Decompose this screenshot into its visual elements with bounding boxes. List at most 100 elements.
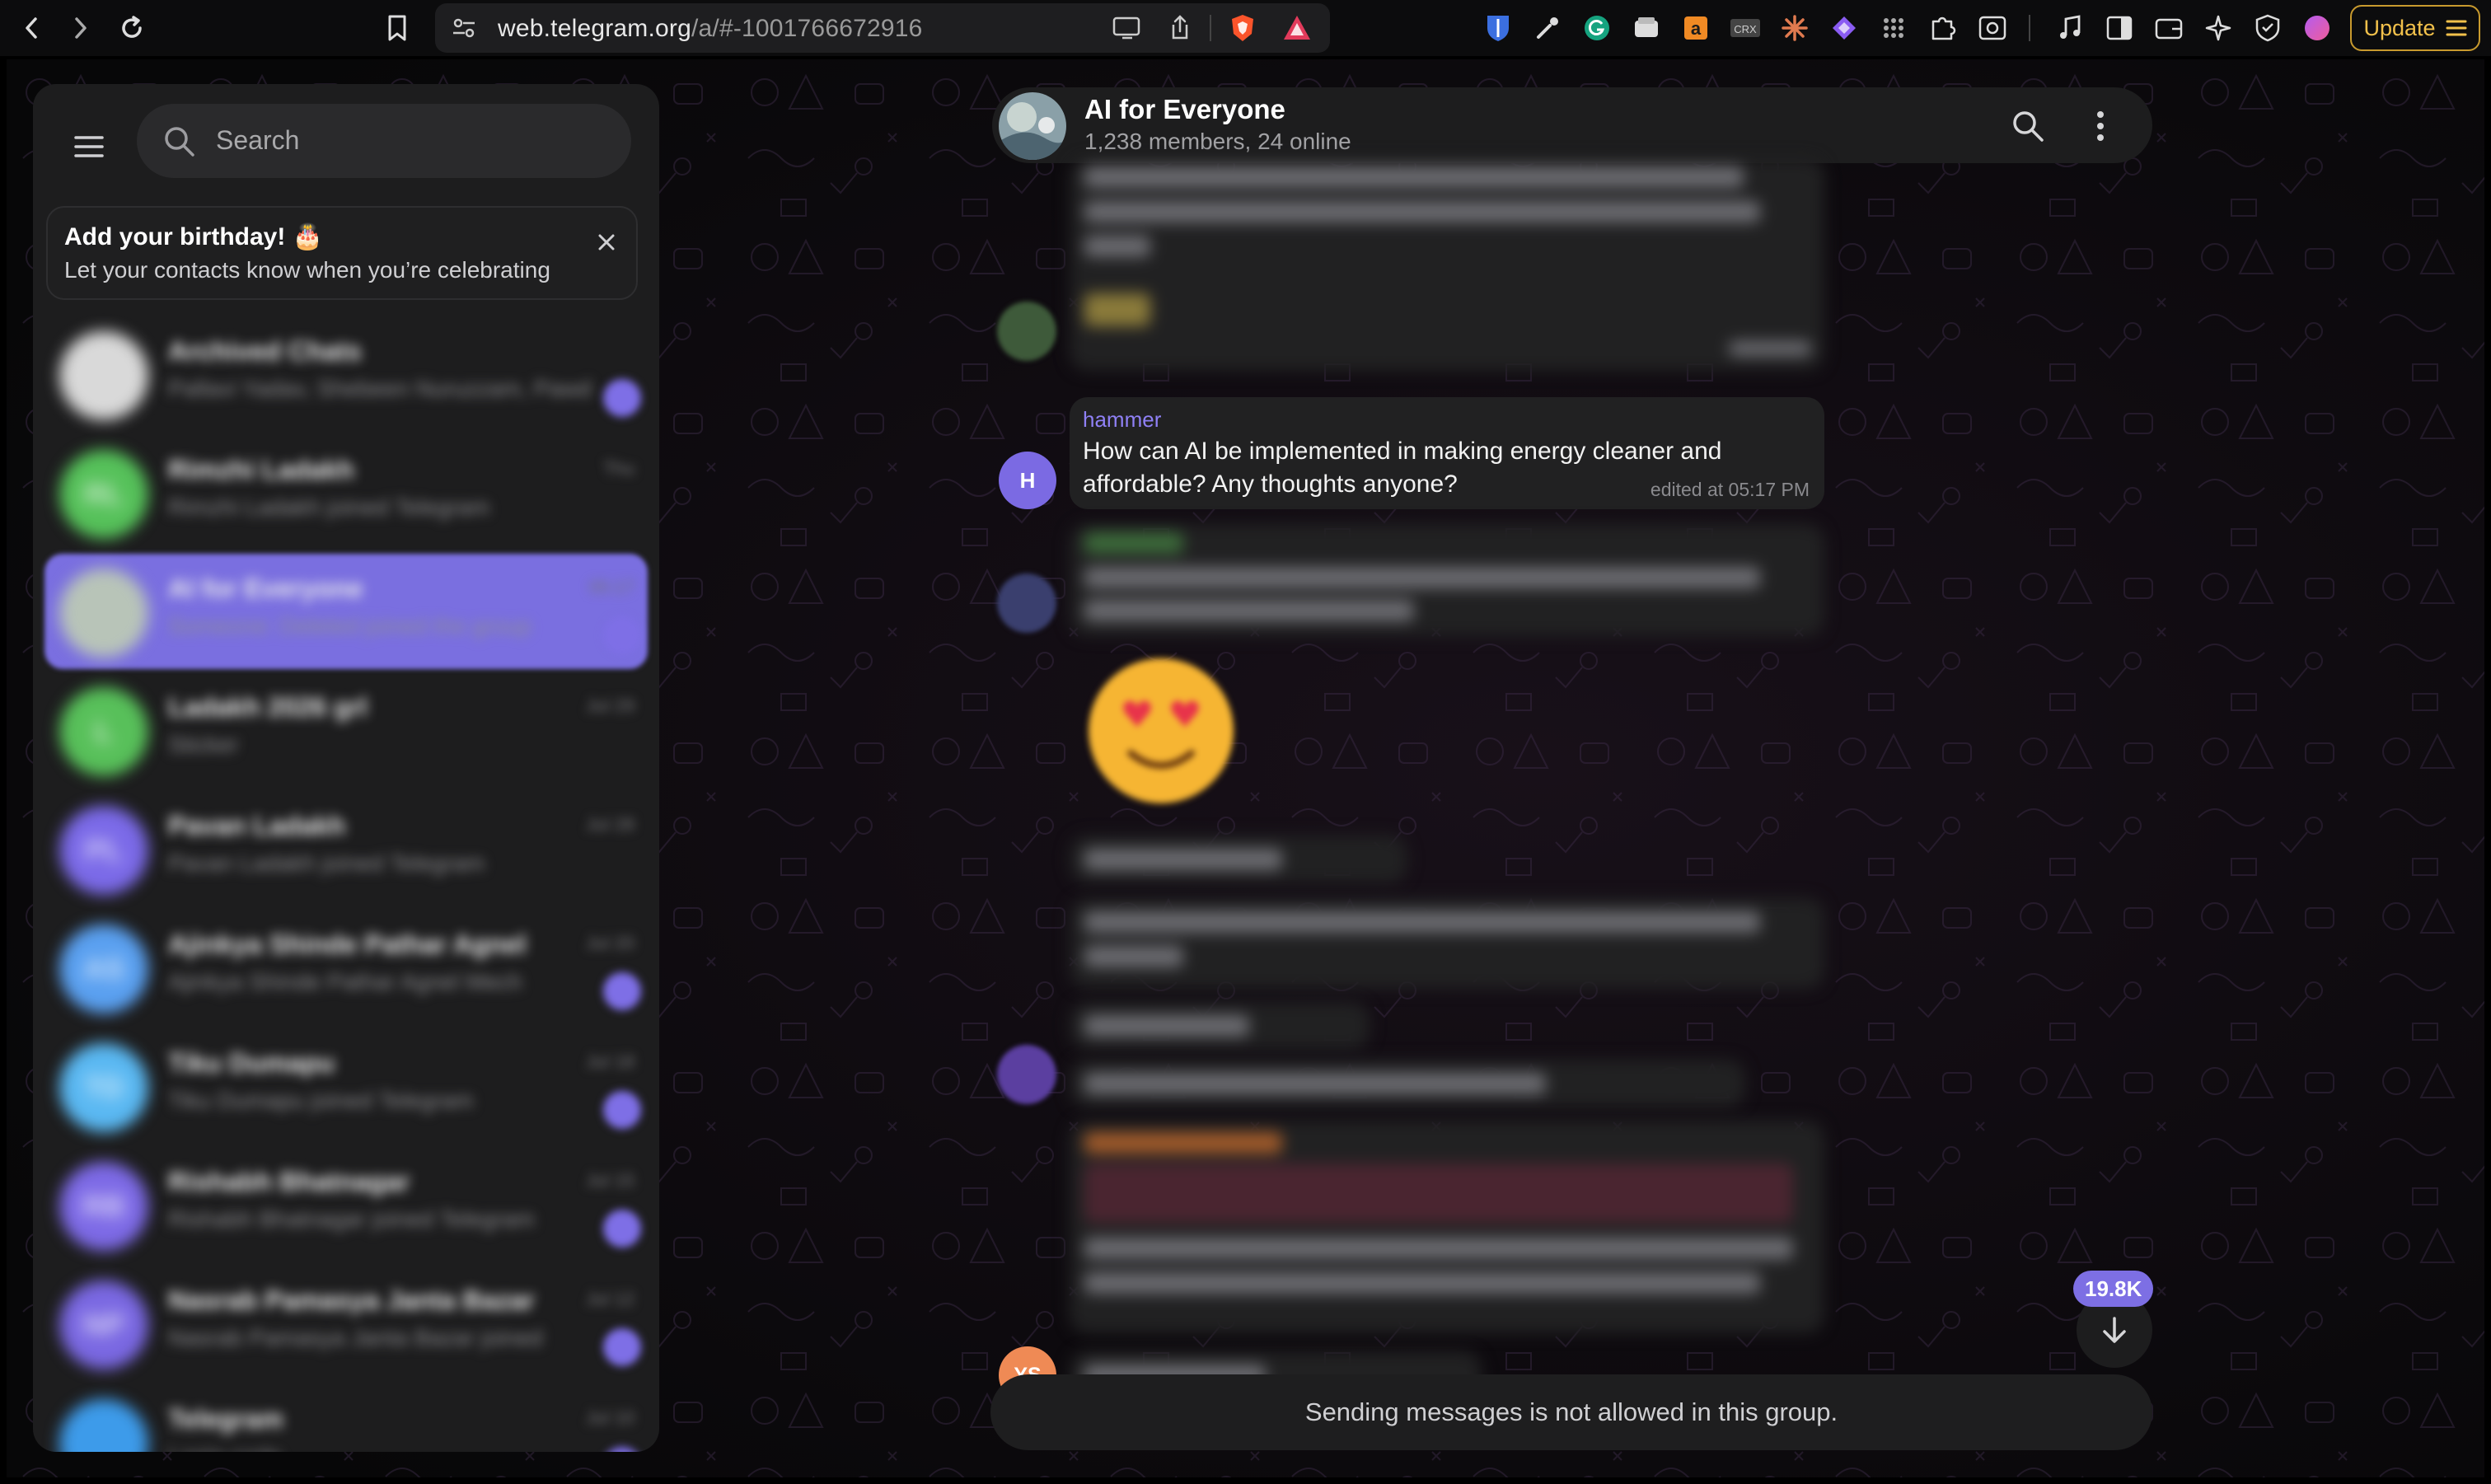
- chat-timestamp: Jul 10: [586, 1407, 634, 1428]
- avatar[interactable]: TD: [59, 1043, 148, 1132]
- heart-eyes-emoji-sticker[interactable]: [1084, 654, 1238, 808]
- chat-list-item[interactable]: Archived Chats Pallavi Yadav, Shebeen Nur…: [33, 315, 659, 433]
- chat-list-item[interactable]: Telegram Login code Jul 10: [33, 1383, 659, 1452]
- chat-preview: Tiku Dumapu joined Telegram: [168, 1088, 474, 1113]
- reload-icon[interactable]: [112, 8, 152, 48]
- search-placeholder: Search: [216, 125, 300, 155]
- back-icon[interactable]: [12, 8, 51, 48]
- search-icon[interactable]: [2009, 107, 2047, 145]
- crx-icon[interactable]: CRX: [1729, 12, 1762, 44]
- chat-name: Telegram: [168, 1404, 283, 1434]
- brave-shield-icon[interactable]: [1226, 12, 1259, 44]
- blurred-message: [1070, 836, 1407, 883]
- avatar[interactable]: L: [59, 687, 148, 776]
- chat-list-item[interactable]: L Ladakh 2026 grl Sticker Jul 29: [33, 671, 659, 789]
- birthday-banner[interactable]: Add your birthday! 🎂 Let your contacts k…: [46, 206, 638, 300]
- blurred-message: [1070, 898, 1824, 989]
- avatar[interactable]: [997, 1045, 1056, 1104]
- group-avatar[interactable]: [999, 92, 1066, 160]
- chat-preview: Someone: Deleted joined the group: [168, 613, 531, 639]
- blurred-message: [1070, 158, 1824, 371]
- unread-count-badge: 19.8K: [2073, 1271, 2154, 1307]
- diamond-ext-icon[interactable]: [1828, 12, 1861, 44]
- more-options-icon[interactable]: [2081, 107, 2119, 145]
- message-bubble[interactable]: hammer How can AI be implemented in maki…: [1070, 397, 1824, 509]
- avatar[interactable]: NP: [59, 1280, 148, 1369]
- chat-name: Archived Chats: [168, 336, 362, 366]
- unread-badge: [603, 1210, 641, 1248]
- birthday-banner-title: Add your birthday! 🎂: [64, 223, 324, 250]
- chat-timestamp: Jul 20: [586, 933, 634, 953]
- main-menu-button[interactable]: [68, 125, 110, 168]
- unread-badge: [603, 1447, 641, 1452]
- chat-preview: Rishabh Bhatnagar joined Telegram: [168, 1206, 535, 1232]
- search-input[interactable]: Search: [137, 104, 631, 178]
- avatar[interactable]: [59, 569, 148, 658]
- screenshot-icon[interactable]: [1976, 12, 2009, 44]
- site-settings-icon[interactable]: [450, 15, 480, 41]
- svg-text:CRX: CRX: [1734, 23, 1757, 35]
- wallet-icon[interactable]: [1630, 12, 1663, 44]
- chat-list-item[interactable]: RB Rishabh Bhatnagar Rishabh Bhatnagar joi…: [33, 1145, 659, 1264]
- chat-timestamp: Thu: [603, 458, 634, 479]
- chat-preview: Ajinkya Shinde Pathar Agnel Mech: [168, 969, 522, 995]
- dots-grid-icon[interactable]: [1877, 12, 1910, 44]
- color-picker-icon[interactable]: [1531, 12, 1564, 44]
- avatar[interactable]: AS: [59, 925, 148, 1014]
- hamburger-icon: [74, 136, 104, 157]
- claude-icon[interactable]: [1778, 12, 1811, 44]
- sidebar-toggle-icon[interactable]: [2103, 12, 2136, 44]
- chat-timestamp: Jul 15: [586, 1170, 634, 1191]
- avatar[interactable]: [59, 331, 148, 420]
- chat-list-item[interactable]: AS Ajinkya Shinde Pathar Agnel Ajinkya Shi…: [33, 908, 659, 1027]
- chat-preview: Pallavi Yadav, Shebeen Nuruzzam, Pawd: [168, 376, 592, 401]
- address-bar[interactable]: web.telegram.org/a/#-1001766672916: [435, 3, 1330, 53]
- chat-preview: Rimzhi Ladakh joined Telegram: [168, 494, 490, 520]
- amazon-icon[interactable]: a: [1679, 12, 1712, 44]
- grammarly-icon[interactable]: [1580, 12, 1613, 44]
- chat-list-item[interactable]: TD Tiku Dumapu Tiku Dumapu joined Telegram…: [33, 1027, 659, 1145]
- chat-name: Tiku Dumapu: [168, 1048, 335, 1078]
- chat-list-item[interactable]: PL Pavan Ladakh Pavan Ladakh joined Telegr…: [33, 789, 659, 908]
- chat-name: Ajinkya Shinde Pathar Agnel: [168, 929, 527, 959]
- posting-restricted-notice: Sending messages is not allowed in this …: [990, 1374, 2152, 1450]
- cast-icon[interactable]: [1111, 15, 1144, 41]
- brave-rewards-icon[interactable]: [1281, 12, 1313, 44]
- chat-timestamp: Jul 12: [586, 1289, 634, 1309]
- profile-icon[interactable]: [2301, 12, 2334, 44]
- unread-badge: [603, 1091, 641, 1129]
- chat-header[interactable]: AI for Everyone 1,238 members, 24 online: [992, 87, 2152, 163]
- avatar[interactable]: PL: [59, 806, 148, 895]
- share-icon[interactable]: [1165, 13, 1195, 43]
- leo-ai-icon[interactable]: [2202, 12, 2235, 44]
- media-icon[interactable]: [2053, 12, 2086, 44]
- forward-icon[interactable]: [61, 8, 101, 48]
- update-button[interactable]: Update: [2350, 5, 2480, 51]
- vpn-shield-icon[interactable]: [2251, 12, 2284, 44]
- avatar[interactable]: [59, 1399, 148, 1452]
- unread-badge: [603, 972, 641, 1010]
- bookmark-icon[interactable]: [377, 8, 417, 48]
- close-icon[interactable]: [592, 227, 621, 257]
- avatar[interactable]: [997, 302, 1056, 361]
- wallet-outline-icon[interactable]: [2152, 12, 2185, 44]
- chat-timestamp: Jul 29: [586, 695, 634, 716]
- avatar[interactable]: [997, 573, 1056, 633]
- svg-text:a: a: [1691, 18, 1702, 39]
- chat-sidebar: Search Add your birthday! 🎂 Let your con…: [33, 84, 659, 1452]
- avatar[interactable]: RB: [59, 1162, 148, 1251]
- browser-toolbar: web.telegram.org/a/#-1001766672916 a CRX…: [0, 0, 2491, 56]
- message-sender[interactable]: hammer: [1083, 407, 1161, 433]
- chat-preview: Pavan Ladakh joined Telegram: [168, 850, 485, 876]
- url-text: web.telegram.org/a/#-1001766672916: [498, 15, 923, 42]
- puzzle-icon[interactable]: [1927, 12, 1960, 44]
- avatar[interactable]: H: [999, 452, 1056, 509]
- bitwarden-icon[interactable]: [1482, 12, 1515, 44]
- avatar[interactable]: RL: [59, 450, 148, 539]
- chat-name: AI for Everyone: [168, 573, 363, 603]
- chat-list-item[interactable]: NP Nasrab Pamasya Janta Bazar Nasrab Pamas…: [33, 1264, 659, 1383]
- chat-list-item[interactable]: AI for Everyone Someone: Deleted joined t…: [33, 552, 659, 671]
- chat-list-item[interactable]: RL Rimzhi Ladakh Rimzhi Ladakh joined Tele…: [33, 433, 659, 552]
- chat-preview: Login code: [168, 1444, 281, 1452]
- chat-member-count: 1,238 members, 24 online: [1084, 129, 1351, 154]
